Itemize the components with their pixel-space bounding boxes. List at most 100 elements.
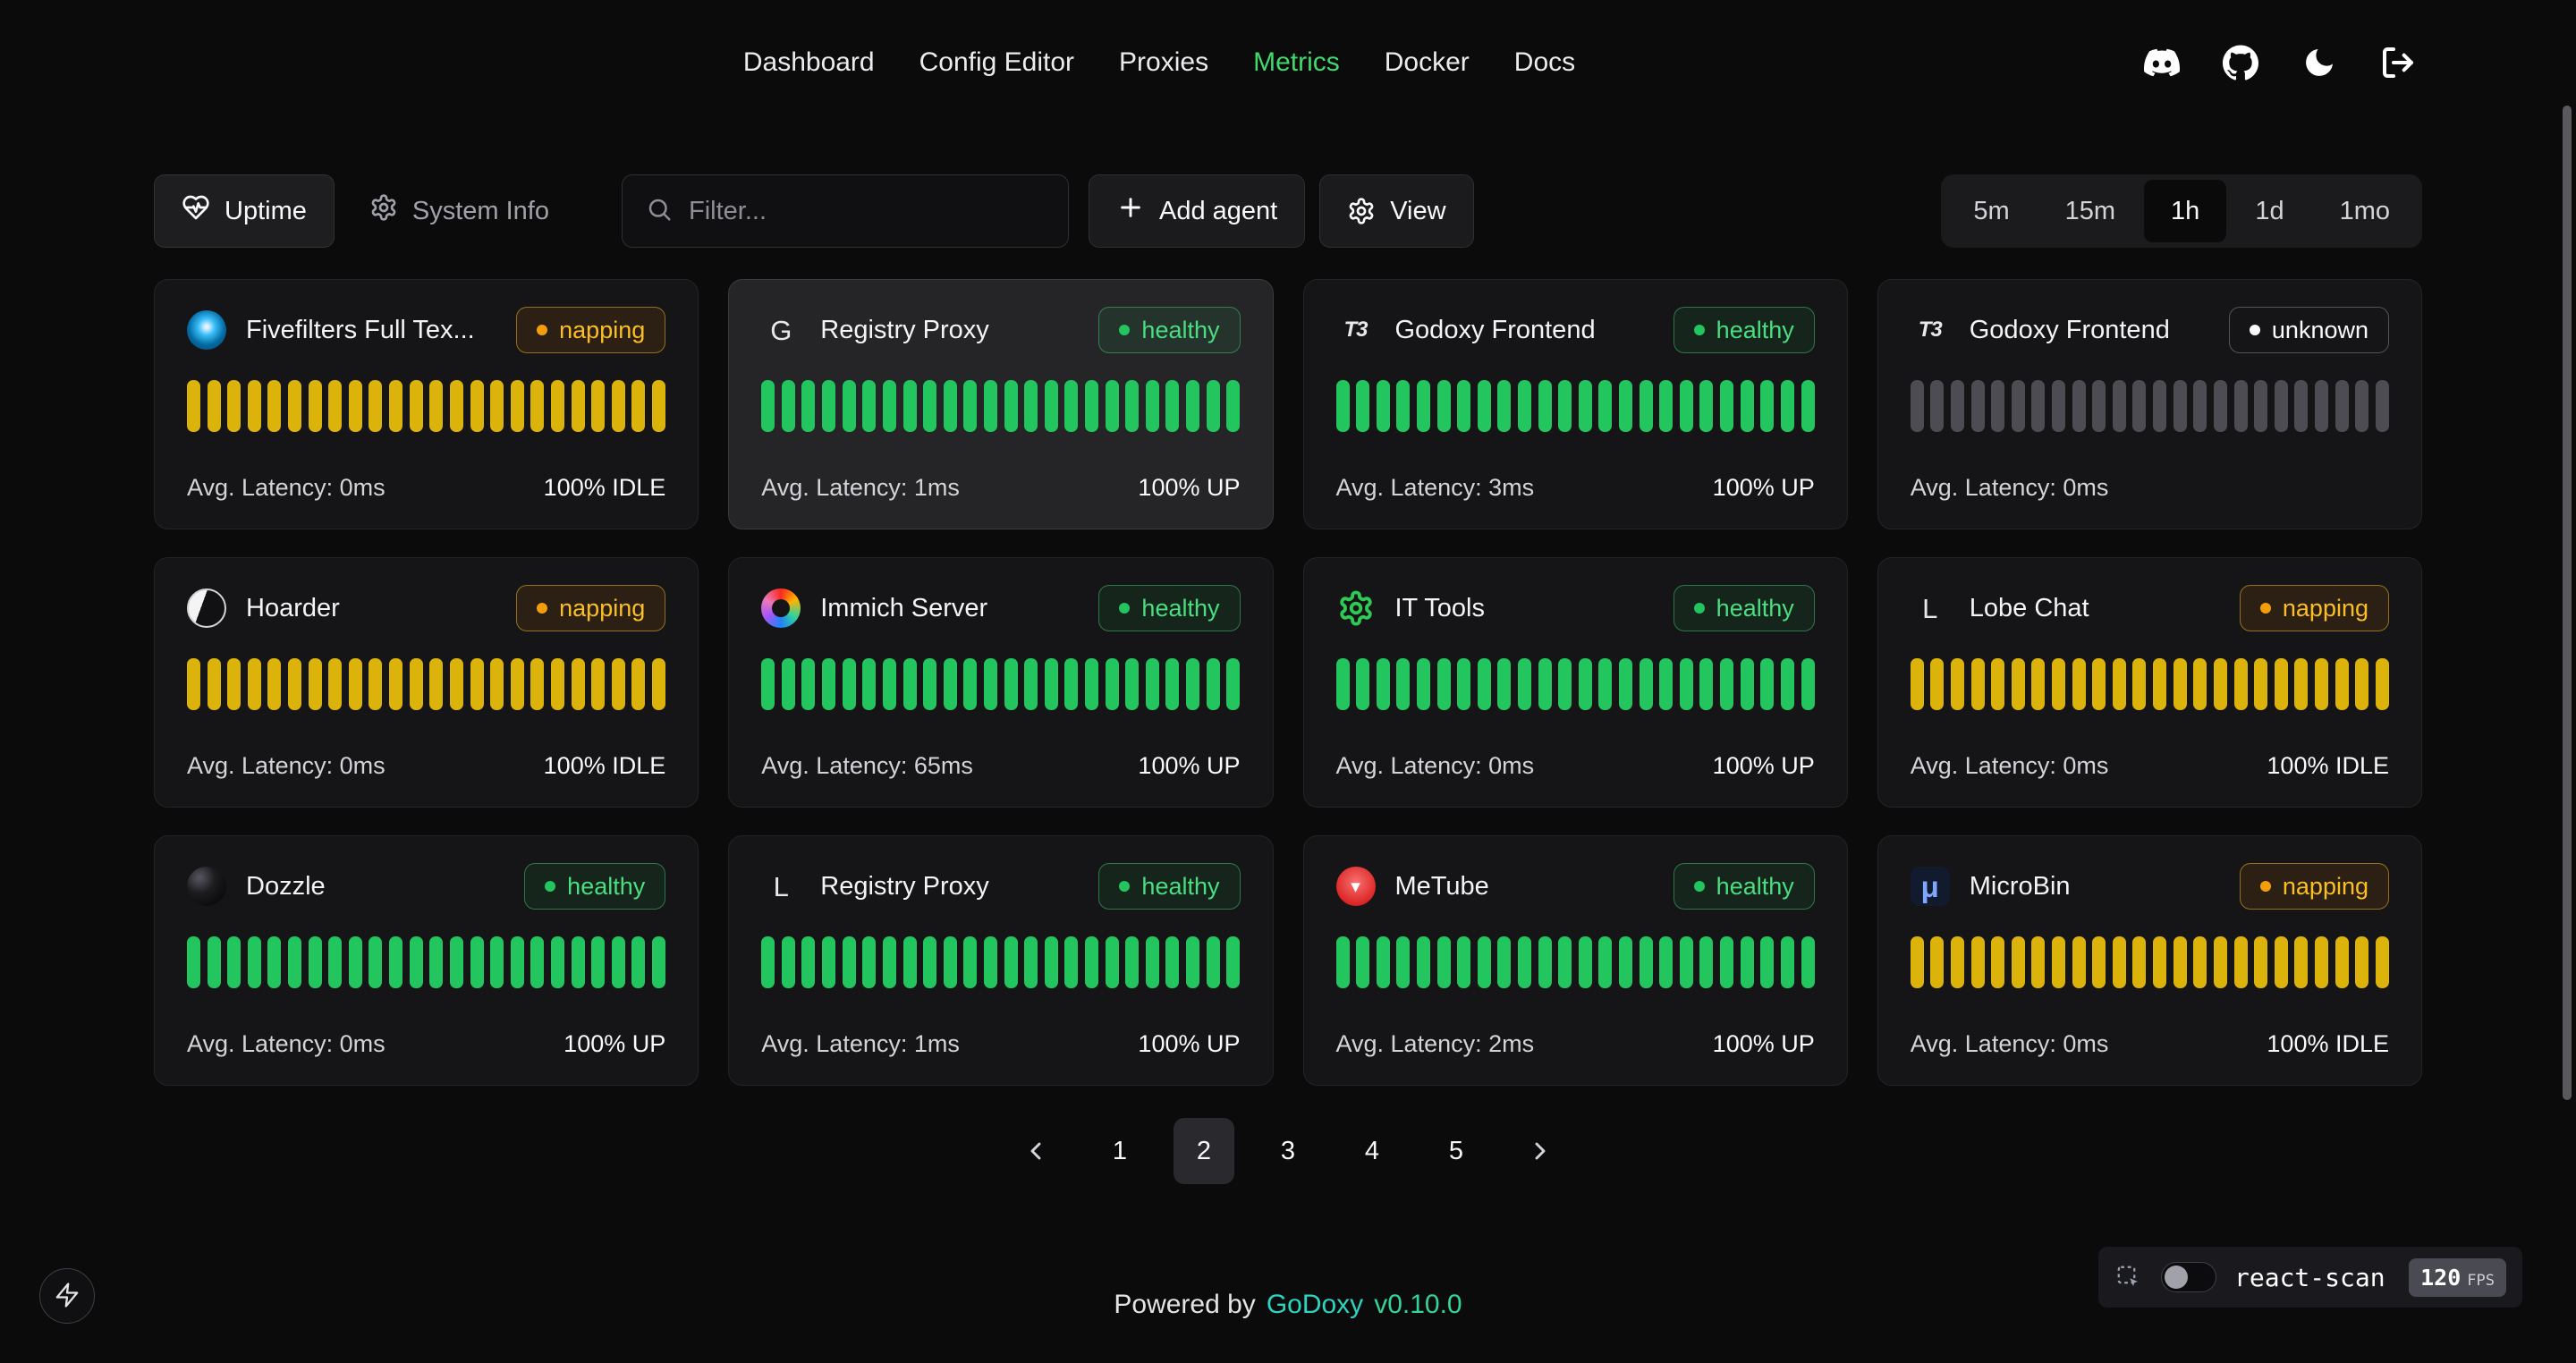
uptime-bar bbox=[551, 936, 564, 988]
service-card[interactable]: μMicroBinnappingAvg. Latency: 0ms100% ID… bbox=[1877, 835, 2422, 1086]
uptime-bar bbox=[1971, 658, 1985, 710]
time-range-1d[interactable]: 1d bbox=[2228, 180, 2310, 242]
powered-by-text: Powered by bbox=[1114, 1290, 1255, 1320]
time-range-5m[interactable]: 5m bbox=[1946, 180, 2036, 242]
nav-link-dashboard[interactable]: Dashboard bbox=[743, 47, 875, 78]
tab-system-info[interactable]: System Info bbox=[342, 174, 577, 248]
uptime-bars bbox=[761, 380, 1240, 432]
react-scan-toggle[interactable] bbox=[2161, 1262, 2216, 1292]
chevron-left-icon[interactable] bbox=[1005, 1118, 1066, 1184]
uptime-bar bbox=[470, 658, 484, 710]
page-3-button[interactable]: 3 bbox=[1258, 1118, 1318, 1184]
service-card[interactable]: T3Godoxy FrontendunknownAvg. Latency: 0m… bbox=[1877, 279, 2422, 529]
tab-uptime[interactable]: Uptime bbox=[154, 174, 335, 248]
uptime-bar bbox=[1619, 380, 1632, 432]
page-5-button[interactable]: 5 bbox=[1426, 1118, 1487, 1184]
service-card[interactable]: IT ToolshealthyAvg. Latency: 0ms100% UP bbox=[1303, 557, 1848, 808]
uptime-bar bbox=[963, 936, 977, 988]
view-label: View bbox=[1390, 197, 1445, 226]
avg-latency: Avg. Latency: 0ms bbox=[1911, 1030, 2109, 1058]
uptime-bar bbox=[1760, 380, 1774, 432]
uptime-bar bbox=[1741, 380, 1754, 432]
time-range-1mo[interactable]: 1mo bbox=[2313, 180, 2417, 242]
godoxy-brand-link[interactable]: GoDoxy bbox=[1267, 1290, 1363, 1320]
uptime-bar bbox=[1064, 936, 1078, 988]
service-card[interactable]: T3Godoxy FrontendhealthyAvg. Latency: 3m… bbox=[1303, 279, 1848, 529]
theme-moon-icon[interactable] bbox=[2299, 42, 2340, 83]
uptime-bar bbox=[984, 380, 997, 432]
uptime-bar bbox=[1760, 936, 1774, 988]
status-label: napping bbox=[559, 595, 645, 622]
uptime-percent: 100% IDLE bbox=[2267, 1030, 2389, 1058]
heart-pulse-icon bbox=[182, 193, 210, 229]
discord-icon[interactable] bbox=[2141, 42, 2182, 83]
service-card[interactable]: LRegistry ProxyhealthyAvg. Latency: 1ms1… bbox=[728, 835, 1273, 1086]
inspect-icon[interactable] bbox=[2114, 1263, 2143, 1291]
logout-icon[interactable] bbox=[2377, 42, 2419, 83]
service-card[interactable]: GRegistry ProxyhealthyAvg. Latency: 1ms1… bbox=[728, 279, 1273, 529]
uptime-bars bbox=[761, 658, 1240, 710]
view-button[interactable]: View bbox=[1319, 174, 1473, 248]
uptime-bar bbox=[1457, 936, 1470, 988]
filter-box bbox=[622, 174, 1069, 248]
uptime-bar bbox=[1356, 658, 1369, 710]
time-range-1h[interactable]: 1h bbox=[2144, 180, 2226, 242]
uptime-bar bbox=[1558, 658, 1572, 710]
chevron-right-icon[interactable] bbox=[1510, 1118, 1571, 1184]
page-4-button[interactable]: 4 bbox=[1342, 1118, 1402, 1184]
uptime-bar bbox=[612, 380, 625, 432]
status-badge: healthy bbox=[524, 863, 665, 910]
search-icon bbox=[646, 196, 673, 227]
nav-link-docs[interactable]: Docs bbox=[1514, 47, 1575, 78]
page-1-button[interactable]: 1 bbox=[1089, 1118, 1150, 1184]
version-link[interactable]: v0.10.0 bbox=[1374, 1290, 1462, 1320]
uptime-bar bbox=[2031, 658, 2045, 710]
uptime-bar bbox=[2072, 380, 2086, 432]
quick-actions-button[interactable] bbox=[39, 1268, 95, 1324]
filter-input[interactable] bbox=[689, 197, 1045, 226]
status-dot bbox=[1119, 325, 1130, 335]
nav-link-metrics[interactable]: Metrics bbox=[1253, 47, 1340, 78]
uptime-bar bbox=[2275, 658, 2288, 710]
uptime-percent: 100% IDLE bbox=[544, 474, 666, 502]
time-range-15m[interactable]: 15m bbox=[2038, 180, 2142, 242]
status-label: healthy bbox=[1716, 317, 1794, 344]
service-card[interactable]: ▾MeTubehealthyAvg. Latency: 2ms100% UP bbox=[1303, 835, 1848, 1086]
uptime-bar bbox=[2031, 936, 2045, 988]
status-dot bbox=[1119, 603, 1130, 614]
uptime-bar bbox=[227, 936, 241, 988]
uptime-bars bbox=[1911, 658, 2389, 710]
letter-icon: L bbox=[1911, 588, 1950, 628]
nav-link-proxies[interactable]: Proxies bbox=[1119, 47, 1208, 78]
uptime-bar bbox=[2132, 658, 2146, 710]
uptime-bar bbox=[1437, 658, 1451, 710]
service-card[interactable]: DozzlehealthyAvg. Latency: 0ms100% UP bbox=[154, 835, 699, 1086]
uptime-bar bbox=[1720, 380, 1733, 432]
uptime-bar bbox=[1478, 380, 1491, 432]
card-header: IT Toolshealthy bbox=[1336, 585, 1815, 631]
service-card[interactable]: Immich ServerhealthyAvg. Latency: 65ms10… bbox=[728, 557, 1273, 808]
uptime-bar bbox=[1579, 658, 1592, 710]
service-card[interactable]: HoardernappingAvg. Latency: 0ms100% IDLE bbox=[154, 557, 699, 808]
uptime-bar bbox=[652, 936, 665, 988]
service-name: Dozzle bbox=[246, 872, 504, 902]
uptime-bar bbox=[761, 380, 775, 432]
uptime-bar bbox=[2355, 936, 2368, 988]
uptime-bar bbox=[1045, 658, 1058, 710]
nav-link-config-editor[interactable]: Config Editor bbox=[919, 47, 1074, 78]
status-label: napping bbox=[559, 317, 645, 344]
uptime-bar bbox=[2294, 936, 2308, 988]
service-name: Godoxy Frontend bbox=[1970, 316, 2209, 345]
service-card[interactable]: Fivefilters Full Tex...nappingAvg. Laten… bbox=[154, 279, 699, 529]
uptime-bar bbox=[1619, 658, 1632, 710]
card-header: Fivefilters Full Tex...napping bbox=[187, 307, 665, 353]
page-2-button[interactable]: 2 bbox=[1174, 1118, 1234, 1184]
add-agent-button[interactable]: Add agent bbox=[1089, 174, 1305, 248]
nav-link-docker[interactable]: Docker bbox=[1385, 47, 1470, 78]
uptime-bar bbox=[349, 380, 362, 432]
service-card[interactable]: LLobe ChatnappingAvg. Latency: 0ms100% I… bbox=[1877, 557, 2422, 808]
uptime-bar bbox=[530, 658, 544, 710]
add-agent-label: Add agent bbox=[1159, 197, 1277, 226]
scrollbar-thumb[interactable] bbox=[2563, 106, 2572, 1100]
github-icon[interactable] bbox=[2220, 42, 2261, 83]
